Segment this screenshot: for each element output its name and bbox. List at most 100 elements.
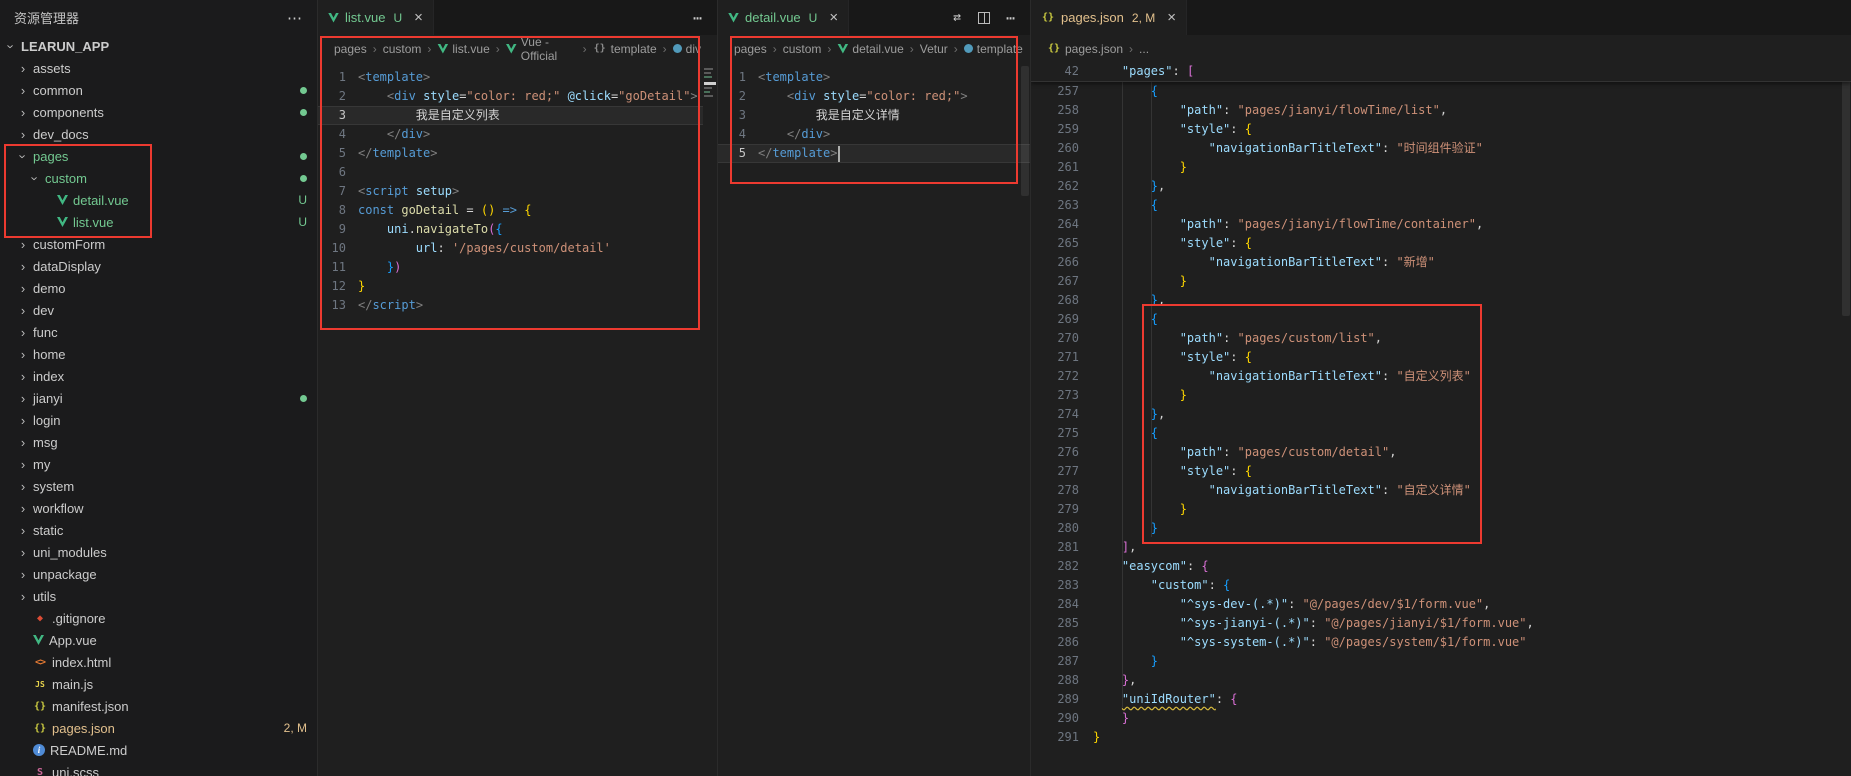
folder-item-components[interactable]: ›components — [0, 101, 317, 123]
chevron-icon[interactable]: › — [18, 303, 28, 318]
file-item-list.vue[interactable]: ›list.vueU — [0, 211, 317, 233]
line-number[interactable]: 271 — [1031, 348, 1093, 367]
tab-pages.json[interactable]: {}pages.json2, M× — [1031, 0, 1187, 35]
line-number[interactable]: 280 — [1031, 519, 1093, 538]
code-line-286[interactable]: 286 "^sys-system-(.*)": "@/pages/system/… — [1031, 633, 1851, 652]
folder-item-system[interactable]: ›system — [0, 475, 317, 497]
code-line-4[interactable]: 4 </div> — [318, 125, 717, 144]
code-line-8[interactable]: 8const goDetail = () => { — [318, 201, 717, 220]
line-number[interactable]: 289 — [1031, 690, 1093, 709]
line-number[interactable]: 272 — [1031, 367, 1093, 386]
line-number[interactable]: 263 — [1031, 196, 1093, 215]
line-number[interactable]: 279 — [1031, 500, 1093, 519]
line-number[interactable]: 260 — [1031, 139, 1093, 158]
code-line-13[interactable]: 13</script> — [318, 296, 717, 315]
close-icon[interactable]: × — [414, 9, 423, 26]
scrollbar[interactable] — [1020, 62, 1030, 776]
line-number[interactable]: 282 — [1031, 557, 1093, 576]
breadcrumb-item[interactable]: Vetur — [920, 42, 948, 56]
chevron-icon[interactable]: › — [18, 435, 28, 450]
chevron-icon[interactable]: › — [18, 369, 28, 384]
code-line-263[interactable]: 263 { — [1031, 196, 1851, 215]
code-line-280[interactable]: 280 } — [1031, 519, 1851, 538]
line-number[interactable]: 274 — [1031, 405, 1093, 424]
folder-item-dev_docs[interactable]: ›dev_docs — [0, 123, 317, 145]
chevron-icon[interactable]: › — [18, 545, 28, 560]
code-line-5[interactable]: 5</template> — [318, 144, 717, 163]
breadcrumb-item[interactable]: pages — [734, 42, 767, 56]
scrollbar-thumb[interactable] — [1842, 66, 1850, 316]
file-item-App.vue[interactable]: ›App.vue — [0, 629, 317, 651]
code-line-279[interactable]: 279 } — [1031, 500, 1851, 519]
code-line-261[interactable]: 261 } — [1031, 158, 1851, 177]
breadcrumb-item[interactable]: custom — [383, 42, 422, 56]
code-line-281[interactable]: 281 ], — [1031, 538, 1851, 557]
line-number[interactable]: 286 — [1031, 633, 1093, 652]
chevron-icon[interactable]: › — [18, 479, 28, 494]
code-line-1[interactable]: 1<template> — [318, 68, 717, 87]
code-line-266[interactable]: 266 "navigationBarTitleText": "新增" — [1031, 253, 1851, 272]
tab-list.vue[interactable]: list.vueU× — [318, 0, 434, 35]
code-line-11[interactable]: 11 }) — [318, 258, 717, 277]
chevron-icon[interactable]: › — [18, 457, 28, 472]
more-actions-icon[interactable]: ⋯ — [287, 9, 303, 27]
line-number[interactable]: 287 — [1031, 652, 1093, 671]
code-line-267[interactable]: 267 } — [1031, 272, 1851, 291]
folder-item-msg[interactable]: ›msg — [0, 431, 317, 453]
folder-item-login[interactable]: ›login — [0, 409, 317, 431]
breadcrumb-item[interactable]: detail.vue — [837, 42, 903, 56]
code-line-9[interactable]: 9 uni.navigateTo({ — [318, 220, 717, 239]
line-number[interactable]: 2 — [318, 87, 358, 106]
breadcrumb-item[interactable]: template — [964, 42, 1023, 56]
file-item-.gitignore[interactable]: ›◆.gitignore — [0, 607, 317, 629]
line-number[interactable]: 4 — [718, 125, 758, 144]
folder-item-home[interactable]: ›home — [0, 343, 317, 365]
chevron-icon[interactable]: › — [4, 41, 19, 51]
folder-item-pages[interactable]: ›pages — [0, 145, 317, 167]
line-number[interactable]: 1 — [318, 68, 358, 87]
tab-detail.vue[interactable]: detail.vueU× — [718, 0, 849, 35]
file-item-README.md[interactable]: ›iREADME.md — [0, 739, 317, 761]
chevron-icon[interactable]: › — [18, 589, 28, 604]
line-number[interactable]: 284 — [1031, 595, 1093, 614]
chevron-icon[interactable]: › — [18, 127, 28, 142]
scrollbar[interactable] — [1841, 62, 1851, 776]
line-number[interactable]: 283 — [1031, 576, 1093, 595]
code-line-1[interactable]: 1<template> — [718, 68, 1030, 87]
line-number[interactable]: 268 — [1031, 291, 1093, 310]
chevron-icon[interactable]: › — [28, 173, 43, 183]
code-line-276[interactable]: 276 "path": "pages/custom/detail", — [1031, 443, 1851, 462]
line-number[interactable]: 277 — [1031, 462, 1093, 481]
more-icon[interactable]: ⋯ — [1004, 11, 1018, 25]
folder-item-index[interactable]: ›index — [0, 365, 317, 387]
breadcrumb-item[interactable]: div — [673, 42, 701, 56]
code-line-265[interactable]: 265 "style": { — [1031, 234, 1851, 253]
file-item-manifest.json[interactable]: ›{}manifest.json — [0, 695, 317, 717]
code-line-277[interactable]: 277 "style": { — [1031, 462, 1851, 481]
chevron-icon[interactable]: › — [18, 61, 28, 76]
code-line-10[interactable]: 10 url: '/pages/custom/detail' — [318, 239, 717, 258]
chevron-icon[interactable]: › — [18, 347, 28, 362]
chevron-icon[interactable]: › — [18, 105, 28, 120]
folder-item-workflow[interactable]: ›workflow — [0, 497, 317, 519]
code-line-6[interactable]: 6 — [318, 163, 717, 182]
line-number[interactable]: 269 — [1031, 310, 1093, 329]
line-number[interactable]: 5 — [318, 144, 358, 163]
code-line-271[interactable]: 271 "style": { — [1031, 348, 1851, 367]
breadcrumb-item[interactable]: Vue - Official — [506, 35, 577, 63]
chevron-icon[interactable]: › — [18, 83, 28, 98]
line-number[interactable]: 285 — [1031, 614, 1093, 633]
folder-item-demo[interactable]: ›demo — [0, 277, 317, 299]
code-line-291[interactable]: 291} — [1031, 728, 1851, 747]
sticky-scroll-line[interactable]: 42 "pages": [ — [1031, 62, 1851, 82]
code-line-5[interactable]: 5</template> — [718, 144, 1030, 163]
line-number[interactable]: 11 — [318, 258, 358, 277]
chevron-icon[interactable]: › — [18, 523, 28, 538]
chevron-icon[interactable]: › — [18, 325, 28, 340]
code-line-290[interactable]: 290 } — [1031, 709, 1851, 728]
line-number[interactable]: 257 — [1031, 82, 1093, 101]
code-line-282[interactable]: 282 "easycom": { — [1031, 557, 1851, 576]
folder-item-dataDisplay[interactable]: ›dataDisplay — [0, 255, 317, 277]
line-number[interactable]: 270 — [1031, 329, 1093, 348]
folder-item-static[interactable]: ›static — [0, 519, 317, 541]
